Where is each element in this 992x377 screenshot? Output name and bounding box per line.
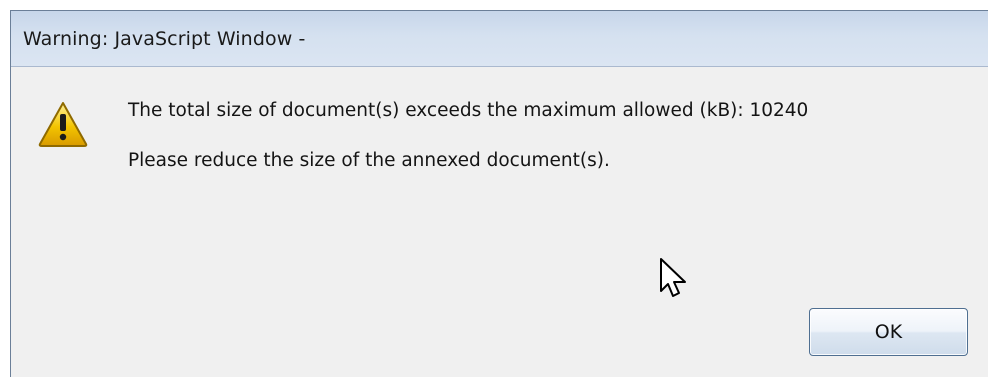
dialog-title: Warning: JavaScript Window - [23,27,306,50]
message-line-2: Please reduce the size of the annexed do… [128,150,610,172]
ok-button[interactable]: OK [809,308,968,356]
dialog-message: The total size of document(s) exceeds th… [128,100,808,172]
screen: Warning: JavaScript Window - The total s… [0,0,992,377]
dialog-content: The total size of document(s) exceeds th… [11,67,988,377]
message-line-1: The total size of document(s) exceeds th… [128,100,809,121]
dialog-titlebar[interactable]: Warning: JavaScript Window - [11,11,988,67]
warning-icon [38,102,88,147]
javascript-warning-dialog: Warning: JavaScript Window - The total s… [10,10,988,377]
